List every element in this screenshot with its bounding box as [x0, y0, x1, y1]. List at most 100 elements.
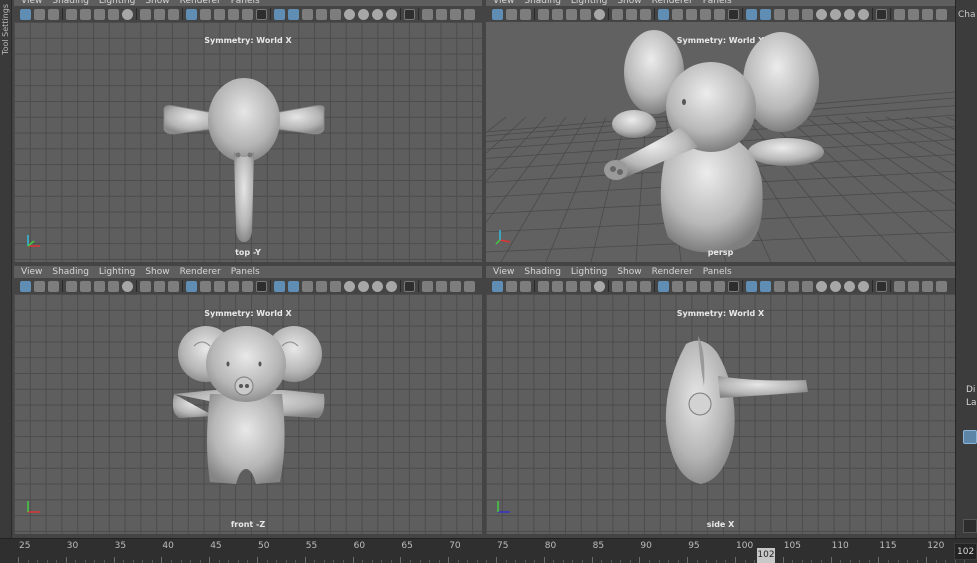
toolbar-button-icon[interactable] — [760, 8, 771, 20]
toolbar-button-icon[interactable] — [372, 280, 383, 292]
toolbar-button-icon[interactable] — [894, 280, 905, 292]
toolbar-button-icon[interactable] — [122, 280, 133, 292]
toolbar-button-icon[interactable] — [404, 8, 415, 20]
toolbar-button-icon[interactable] — [686, 8, 697, 20]
toolbar-button-icon[interactable] — [774, 280, 785, 292]
toolbar-button-icon[interactable] — [626, 8, 637, 20]
toolbar-button-icon[interactable] — [464, 8, 475, 20]
toolbar-button-icon[interactable] — [274, 8, 285, 20]
toolbar-button-icon[interactable] — [594, 8, 605, 20]
toolbar-button-icon[interactable] — [658, 280, 669, 292]
toolbar-button-icon[interactable] — [774, 8, 785, 20]
viewport-front[interactable]: View Shading Lighting Show Renderer Pane… — [14, 266, 482, 534]
toolbar-button-icon[interactable] — [108, 280, 119, 292]
toolbar-button-icon[interactable] — [200, 8, 211, 20]
toolbar-button-icon[interactable] — [122, 8, 133, 20]
toolbar-button-icon[interactable] — [858, 8, 869, 20]
toolbar-button-icon[interactable] — [214, 280, 225, 292]
channel-box-strip[interactable]: Cha — [955, 0, 977, 538]
viewport-grid[interactable]: Symmetry: World X top -Y — [14, 22, 482, 262]
toolbar-button-icon[interactable] — [140, 8, 151, 20]
toolbar-button-icon[interactable] — [492, 280, 503, 292]
toolbar-button-icon[interactable] — [274, 280, 285, 292]
toolbar-button-icon[interactable] — [626, 280, 637, 292]
toolbar-button-icon[interactable] — [288, 280, 299, 292]
toolbar-button-icon[interactable] — [66, 280, 77, 292]
toolbar-button-icon[interactable] — [858, 280, 869, 292]
toolbar-button-icon[interactable] — [344, 8, 355, 20]
toolbar-button-icon[interactable] — [830, 280, 841, 292]
toolbar-button-icon[interactable] — [168, 280, 179, 292]
toolbar-button-icon[interactable] — [34, 280, 45, 292]
toolbar-button-icon[interactable] — [316, 280, 327, 292]
toolbar-button-icon[interactable] — [108, 8, 119, 20]
toolbar-button-icon[interactable] — [640, 280, 651, 292]
menu-lighting[interactable]: Lighting — [566, 266, 612, 278]
toolbar-button-icon[interactable] — [876, 280, 887, 292]
toolbar-button-icon[interactable] — [20, 8, 31, 20]
toolbar-button-icon[interactable] — [436, 8, 447, 20]
toolbar-button-icon[interactable] — [436, 280, 447, 292]
toolbar-button-icon[interactable] — [228, 8, 239, 20]
toolbar-button-icon[interactable] — [66, 8, 77, 20]
elephant-persp-view[interactable] — [486, 22, 955, 262]
toolbar-button-icon[interactable] — [700, 280, 711, 292]
toolbar-button-icon[interactable] — [612, 8, 623, 20]
toolbar-button-icon[interactable] — [506, 280, 517, 292]
menu-show[interactable]: Show — [140, 266, 174, 278]
toolbar-button-icon[interactable] — [538, 280, 549, 292]
toolbar-button-icon[interactable] — [580, 8, 591, 20]
toolbar-button-icon[interactable] — [700, 8, 711, 20]
viewport-persp[interactable]: View Shading Lighting Show Renderer Pane… — [486, 0, 955, 262]
toolbar-button-icon[interactable] — [936, 8, 947, 20]
toolbar-button-icon[interactable] — [922, 280, 933, 292]
toolbar-button-icon[interactable] — [20, 280, 31, 292]
viewport-grid[interactable]: Symmetry: World X front -Z — [14, 294, 482, 534]
toolbar-button-icon[interactable] — [450, 280, 461, 292]
toolbar-button-icon[interactable] — [464, 280, 475, 292]
elephant-front-view[interactable] — [14, 294, 482, 534]
menu-renderer[interactable]: Renderer — [647, 266, 698, 278]
toolbar-button-icon[interactable] — [922, 8, 933, 20]
toolbar-button-icon[interactable] — [186, 280, 197, 292]
toolbar-button-icon[interactable] — [48, 280, 59, 292]
menu-panels[interactable]: Panels — [226, 266, 265, 278]
toolbar-button-icon[interactable] — [94, 280, 105, 292]
toolbar-button-icon[interactable] — [330, 8, 341, 20]
toolbar-button-icon[interactable] — [168, 8, 179, 20]
toolbar-button-icon[interactable] — [728, 8, 739, 20]
toolbar-button-icon[interactable] — [658, 8, 669, 20]
toolbar-button-icon[interactable] — [256, 8, 267, 20]
panel-box[interactable] — [963, 519, 977, 533]
toolbar-button-icon[interactable] — [844, 280, 855, 292]
toolbar-button-icon[interactable] — [594, 280, 605, 292]
menu-view[interactable]: View — [488, 266, 519, 278]
menu-shading[interactable]: Shading — [47, 266, 94, 278]
toolbar-button-icon[interactable] — [566, 8, 577, 20]
toolbar-button-icon[interactable] — [492, 8, 503, 20]
toolbar-button-icon[interactable] — [802, 8, 813, 20]
toolbar-button-icon[interactable] — [358, 280, 369, 292]
elephant-side-view[interactable] — [486, 294, 955, 534]
toolbar-button-icon[interactable] — [566, 280, 577, 292]
toolbar-button-icon[interactable] — [80, 280, 91, 292]
toolbar-button-icon[interactable] — [672, 8, 683, 20]
toolbar-button-icon[interactable] — [386, 8, 397, 20]
toolbar-button-icon[interactable] — [94, 8, 105, 20]
toolbar-button-icon[interactable] — [344, 280, 355, 292]
toolbar-button-icon[interactable] — [908, 8, 919, 20]
toolbar-button-icon[interactable] — [34, 8, 45, 20]
menu-shading[interactable]: Shading — [519, 266, 566, 278]
toolbar-button-icon[interactable] — [908, 280, 919, 292]
toolbar-button-icon[interactable] — [404, 280, 415, 292]
tool-settings-strip[interactable]: Tool Settings — [0, 0, 12, 538]
toolbar-button-icon[interactable] — [876, 8, 887, 20]
toolbar-button-icon[interactable] — [48, 8, 59, 20]
current-frame-field[interactable]: 102 — [954, 543, 977, 560]
toolbar-button-icon[interactable] — [746, 280, 757, 292]
layer-tab-label[interactable]: La — [966, 398, 977, 408]
toolbar-button-icon[interactable] — [154, 8, 165, 20]
menu-show[interactable]: Show — [612, 266, 646, 278]
toolbar-button-icon[interactable] — [506, 8, 517, 20]
toolbar-button-icon[interactable] — [802, 280, 813, 292]
